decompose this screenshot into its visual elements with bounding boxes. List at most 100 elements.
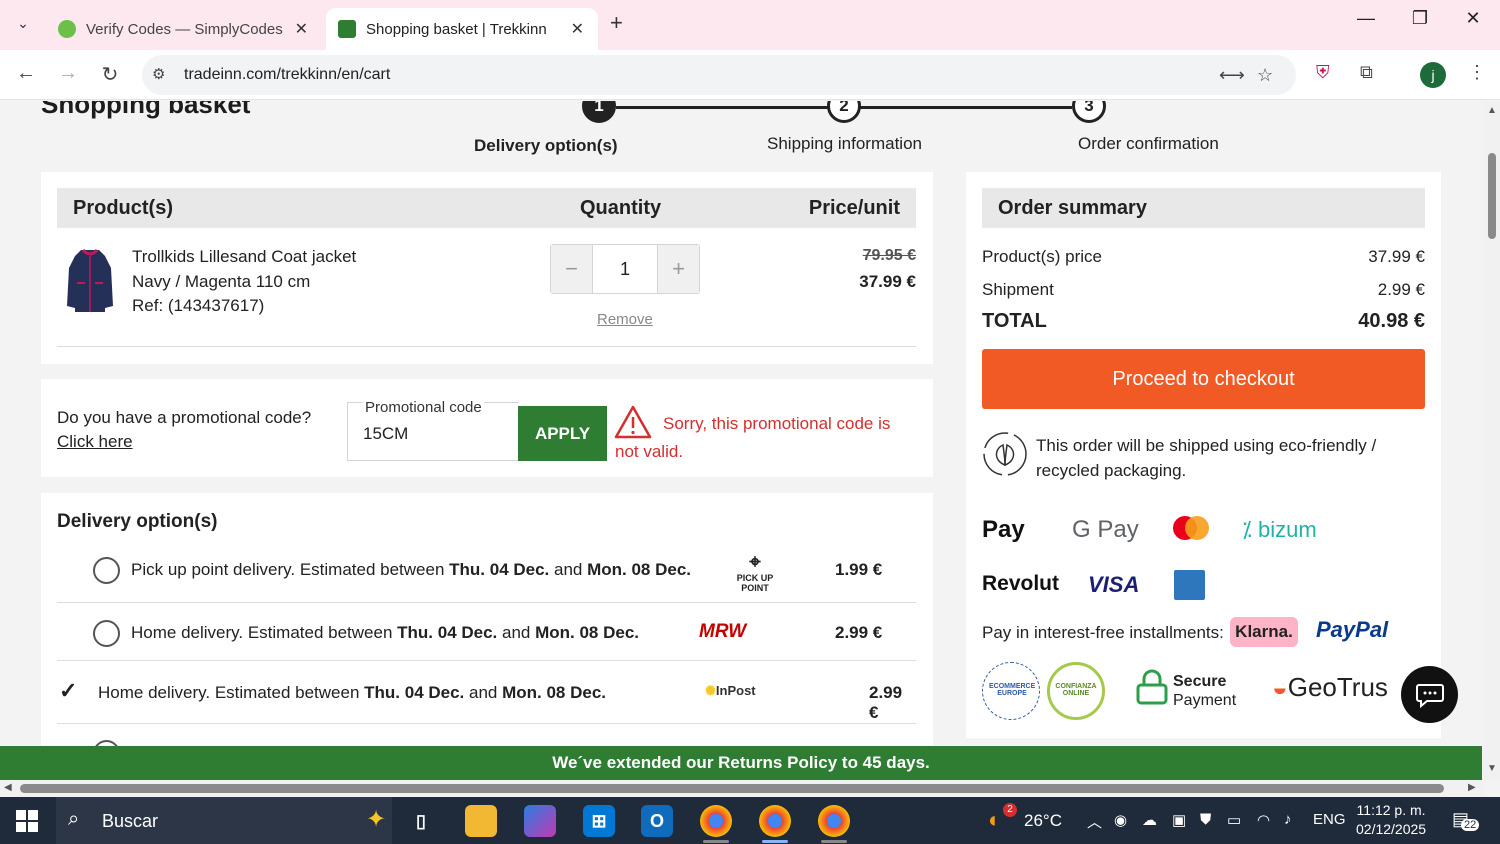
chrome-icon[interactable] — [700, 805, 732, 837]
american-express-logo — [1174, 570, 1205, 600]
onedrive-cloud-icon[interactable]: ☁ — [1142, 811, 1157, 829]
trekkinn-favicon-icon — [338, 20, 356, 38]
scrollbar-thumb[interactable] — [20, 784, 1444, 793]
meet-icon[interactable]: ▣ — [1172, 811, 1186, 829]
divider — [57, 346, 916, 347]
weather-badge: 2 — [1003, 803, 1017, 817]
summary-value: 37.99 € — [1368, 247, 1425, 266]
weather-icon[interactable]: ◐ — [988, 807, 1001, 833]
tab-shopping-basket[interactable]: Shopping basket | Trekkinn ✕ — [326, 8, 598, 50]
copilot-app-icon[interactable] — [524, 805, 556, 837]
chat-button[interactable] — [1401, 666, 1458, 723]
wifi-icon[interactable]: ◠ — [1257, 811, 1270, 829]
stepper-line — [616, 106, 828, 109]
shield-extension-icon[interactable]: ⛨ — [1316, 62, 1330, 83]
returns-policy-banner[interactable]: We´ve extended our Returns Policy to 45 … — [0, 746, 1482, 780]
proceed-to-checkout-button[interactable]: Proceed to checkout — [982, 349, 1425, 409]
summary-header: Order summary — [982, 188, 1425, 228]
chrome-profile-2-icon[interactable] — [818, 805, 850, 837]
restore-icon[interactable]: ❐ — [1400, 8, 1440, 29]
address-bar[interactable]: ⚙ tradeinn.com/trekkinn/en/cart ⟷ ☆ — [142, 55, 1296, 95]
extensions-puzzle-icon[interactable]: ⧉ — [1360, 62, 1373, 83]
product-name[interactable]: Trollkids Lillesand Coat jacket — [132, 247, 356, 267]
show-hidden-icons-chevron-icon[interactable]: ︿ — [1087, 811, 1102, 832]
forward-arrow-icon[interactable]: → — [55, 62, 81, 85]
scroll-left-icon[interactable]: ◀ — [4, 782, 12, 793]
scrollbar-thumb[interactable] — [1488, 153, 1496, 239]
bookmark-star-icon[interactable]: ☆ — [1257, 65, 1273, 86]
promo-code-value[interactable]: 15CM — [363, 424, 408, 444]
scroll-right-icon[interactable]: ▶ — [1468, 782, 1476, 793]
battery-icon[interactable]: ▭ — [1227, 811, 1241, 829]
microsoft-store-icon[interactable]: ⊞ — [583, 805, 615, 837]
delivery-option-home-inpost[interactable]: ✓ Home delivery. Estimated between Thu. … — [57, 661, 916, 724]
windows-start-icon[interactable] — [16, 810, 38, 832]
total-label: TOTAL — [982, 310, 1047, 332]
badge-text: CONFIANZA ONLINE — [1055, 683, 1097, 697]
vertical-scrollbar[interactable]: ▲ ▼ — [1484, 101, 1500, 780]
outlook-icon[interactable]: O — [641, 805, 673, 837]
language-indicator[interactable]: ENG — [1313, 811, 1346, 828]
clock[interactable]: 11:12 p. m. 02/12/2025 — [1356, 801, 1426, 839]
radio-button[interactable] — [93, 620, 120, 647]
running-indicator — [821, 840, 847, 843]
products-card: Product(s) Quantity Price/unit Trollkids… — [41, 172, 933, 364]
jacket-product-image[interactable] — [65, 246, 115, 314]
radio-button[interactable] — [93, 557, 120, 584]
tab-title: Shopping basket | Trekkinn — [366, 20, 547, 38]
promo-click-here-link[interactable]: Click here — [57, 432, 133, 452]
summary-row-products: Product(s) price 37.99 € — [982, 247, 1425, 267]
search-placeholder: Buscar — [102, 811, 159, 831]
delivery-option-text: Home delivery. Estimated between Thu. 04… — [98, 683, 607, 702]
reload-icon[interactable]: ↻ — [97, 62, 123, 87]
file-explorer-icon[interactable] — [465, 805, 497, 837]
new-tab-plus-icon[interactable]: + — [610, 10, 623, 36]
search-icon: ⌕ — [68, 808, 80, 830]
badge-text: ECOMMERCE EUROPE — [989, 683, 1036, 697]
promo-card: Do you have a promotional code? Click he… — [41, 379, 933, 477]
minimize-icon[interactable]: — — [1346, 8, 1386, 29]
promo-error-message: Sorry, this promotional code is — [663, 414, 891, 433]
record-icon[interactable]: ◉ — [1114, 811, 1127, 829]
decrease-quantity-button[interactable]: − — [551, 245, 593, 293]
profile-avatar[interactable]: j — [1420, 62, 1446, 88]
increase-quantity-button[interactable]: + — [657, 245, 699, 293]
apply-button[interactable]: APPLY — [518, 406, 607, 461]
ecommerce-europe-badge: ECOMMERCE EUROPE — [982, 662, 1040, 720]
remove-link[interactable]: Remove — [597, 311, 653, 328]
tab-title: Verify Codes — SimplyCodes — [86, 20, 283, 38]
browser-menu-icon[interactable]: ⋮ — [1468, 62, 1486, 83]
checkmark-icon[interactable]: ✓ — [59, 678, 77, 704]
tab-verify-codes[interactable]: Verify Codes — SimplyCodes ✕ — [46, 8, 322, 50]
delivery-option-pickup[interactable]: Pick up point delivery. Estimated betwee… — [57, 540, 916, 603]
close-tab-icon[interactable]: ✕ — [571, 19, 584, 39]
step-1-label: Delivery option(s) — [474, 136, 618, 155]
tab-search-chevron-icon[interactable]: ⌄ — [8, 8, 38, 38]
quantity-value[interactable]: 1 — [593, 259, 657, 280]
page-content: Shopping basket 1 2 3 Delivery option(s)… — [0, 101, 1484, 746]
back-arrow-icon[interactable]: ← — [13, 62, 39, 85]
revolut-logo: Revolut — [982, 572, 1060, 595]
summary-row-shipment: Shipment 2.99 € — [982, 280, 1425, 300]
taskbar-search[interactable]: ⌕ Buscar ✦ — [56, 797, 392, 844]
translate-icon[interactable]: ⟷ — [1219, 65, 1245, 86]
chrome-profile-icon[interactable] — [759, 805, 791, 837]
product-ref: Ref: (143437617) — [132, 296, 265, 315]
close-tab-icon[interactable]: ✕ — [295, 19, 308, 39]
close-window-icon[interactable]: ✕ — [1453, 8, 1493, 29]
delivery-option-home-mrw[interactable]: Home delivery. Estimated between Thu. 04… — [57, 603, 916, 661]
warning-icon — [614, 405, 652, 439]
horizontal-scrollbar[interactable]: ◀ ▶ — [0, 780, 1484, 797]
security-icon[interactable]: ⛊ — [1200, 811, 1211, 828]
scroll-down-icon[interactable]: ▼ — [1487, 763, 1497, 774]
page-title: Shopping basket — [41, 101, 251, 119]
geotrust-mark-icon: ◒ — [1272, 672, 1288, 702]
windows-taskbar: ⌕ Buscar ✦ ▯ ⊞ O ◐ 2 26°C ︿ ◉ ☁ ▣ ⛊ ▭ ◠ … — [0, 797, 1500, 844]
scroll-up-icon[interactable]: ▲ — [1487, 105, 1497, 116]
volume-icon[interactable]: ♪ — [1284, 811, 1292, 828]
site-info-icon[interactable]: ⚙ — [152, 65, 165, 83]
weather-temp[interactable]: 26°C — [1024, 811, 1062, 831]
klarna-logo: Klarna. — [1230, 617, 1298, 647]
bizum-logo: ⁒ bizum — [1242, 517, 1317, 542]
task-view-icon[interactable]: ▯ — [405, 805, 437, 837]
